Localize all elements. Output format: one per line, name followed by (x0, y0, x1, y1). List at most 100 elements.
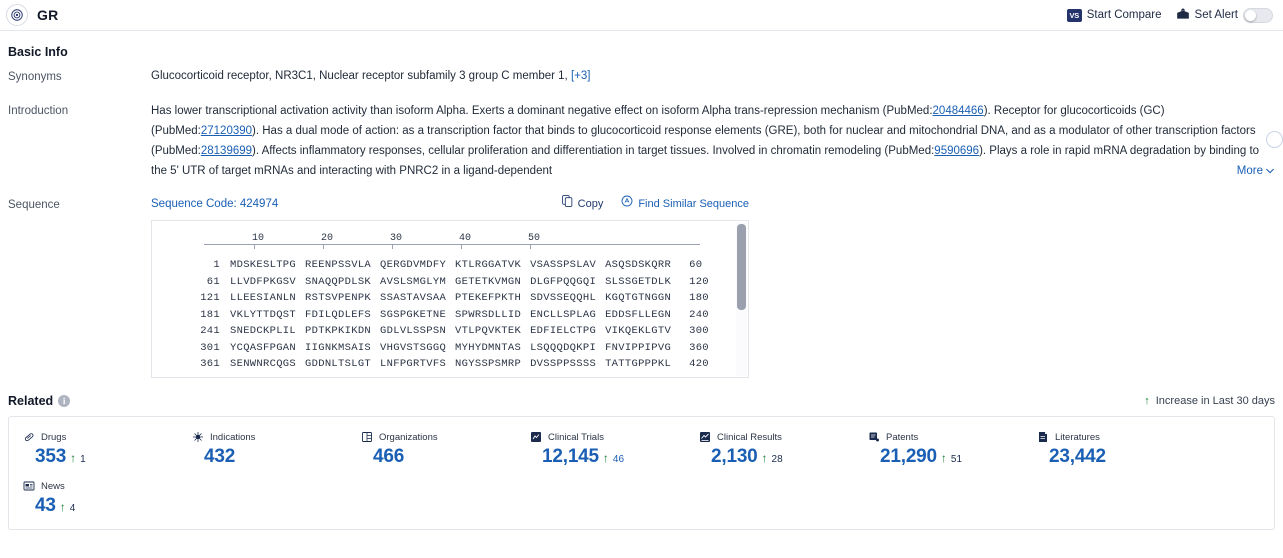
sequence-end-index: 300 (689, 325, 709, 337)
sequence-scrollbar[interactable] (736, 222, 747, 376)
synonyms-label: Synonyms (8, 71, 62, 83)
card-value: 466 (373, 446, 405, 467)
sequence-chunk: DVSSPPSSSS (530, 358, 597, 370)
increase-arrow-icon: ↑ (1144, 395, 1150, 407)
sequence-chunk: GDLVLSSPSN (380, 325, 447, 337)
sequence-start-index: 1 (213, 259, 220, 271)
sequence-line: 301 YCQASFPGAN IIGNKMSAIS VHGVSTSGGQ MYH… (152, 340, 748, 357)
news-icon (23, 480, 35, 492)
pubmed-link[interactable]: 9590696 (934, 145, 979, 157)
sequence-start-index: 121 (200, 292, 220, 304)
sequence-chunk: TATTGPPPKL (605, 358, 672, 370)
related-card-literatures[interactable]: Literatures 23,442 (1023, 425, 1192, 474)
increase-arrow-icon: ↑ (940, 451, 947, 465)
sequence-chunk: KTLRGGATVK (455, 259, 522, 271)
clinical-result-icon (699, 431, 711, 443)
ruler-tick (254, 245, 255, 249)
set-alert-button[interactable]: Set Alert (1176, 7, 1273, 23)
pubmed-link[interactable]: 20484466 (933, 105, 984, 117)
sequence-rows: 1 MDSKESLTPG REENPSSVLA QERGDVMDFY KTLRG… (152, 257, 748, 373)
related-cards: Drugs 353 ↑ 1 Indications 432 Organizati… (8, 416, 1275, 530)
sequence-chunk: GETETKVMGN (455, 275, 522, 288)
sequence-scrollbar-thumb[interactable] (737, 224, 746, 310)
introduction-more-label: More (1236, 165, 1263, 177)
card-delta: 28 (771, 454, 783, 465)
side-panel-handle[interactable] (1266, 131, 1283, 148)
related-card-patents[interactable]: Patents 21,290 ↑ 51 (854, 425, 1023, 474)
sequence-line: 1 MDSKESLTPG REENPSSVLA QERGDVMDFY KTLRG… (152, 257, 748, 274)
sequence-code-link[interactable]: Sequence Code: 424974 (151, 195, 278, 214)
sequence-start-index: 241 (200, 325, 220, 337)
increase-arrow-icon: ↑ (59, 500, 66, 514)
card-label: Indications (210, 431, 256, 443)
sequence-chunk: LNFPGRTVFS (380, 358, 447, 370)
sequence-chunk: SGSPGKETNE (380, 308, 447, 321)
copy-label: Copy (577, 198, 604, 210)
card-label: Literatures (1055, 431, 1100, 443)
sequence-line: 241 SNEDCKPLIL PDTKPKIKDN GDLVLSSPSN VTL… (152, 323, 748, 340)
sequence-chunk: PTEKEFPKTH (455, 292, 522, 304)
set-alert-label: Set Alert (1194, 9, 1238, 21)
card-delta: 1 (80, 454, 86, 465)
sequence-chunk: YCQASFPGAN (230, 341, 297, 354)
copy-button[interactable]: Copy (561, 195, 604, 214)
ruler-tick (392, 245, 393, 249)
related-legend: ↑ Increase in Last 30 days (1144, 395, 1275, 407)
set-alert-toggle[interactable] (1243, 7, 1273, 23)
sequence-end-index: 420 (689, 358, 709, 370)
virus-icon (192, 431, 204, 443)
sequence-viewer[interactable]: 10 20 30 40 50 1 MDSKESLTPG REENPSSVLA Q… (151, 220, 749, 378)
start-compare-button[interactable]: VS Start Compare (1066, 8, 1162, 22)
target-icon (6, 4, 28, 26)
sequence-chunk: IIGNKMSAIS (305, 341, 372, 354)
sequence-chunk: AVSLSMGLYM (380, 275, 447, 288)
sequence-end-index: 60 (689, 259, 703, 271)
related-card-news[interactable]: News 43 ↑ 4 (9, 474, 1274, 523)
introduction-row: Introduction Has lower transcriptional a… (8, 101, 1283, 181)
sequence-chunk: VSASSPSLAV (530, 259, 597, 271)
sequence-chunk: VIKQEKLGTV (605, 325, 672, 337)
sequence-chunk: MYHYDMNTAS (455, 341, 522, 354)
sequence-chunk: ASQSDSKQRR (605, 259, 672, 271)
clinical-trial-icon (530, 431, 542, 443)
sequence-line: 181 VKLYTTDQST FDILQDLEFS SGSPGKETNE SPW… (152, 307, 748, 324)
find-similar-sequence-button[interactable]: Find Similar Sequence (621, 195, 749, 214)
synonyms-more-link[interactable]: [+3] (571, 70, 591, 82)
card-value: 43 (35, 495, 56, 516)
related-header: Related i ↑ Increase in Last 30 days (8, 378, 1275, 416)
card-value: 21,290 (880, 446, 937, 467)
sequence-chunk: FNVIPPIPVG (605, 341, 672, 354)
sequence-chunk: EDFIELCTPG (530, 325, 597, 337)
card-label: News (41, 480, 65, 492)
info-icon[interactable]: i (58, 395, 71, 407)
card-value: 353 (35, 446, 67, 467)
pubmed-link[interactable]: 27120390 (201, 125, 252, 137)
related-card-clinical-results[interactable]: Clinical Results 2,130 ↑ 28 (685, 425, 854, 474)
ruler-tick (530, 245, 531, 249)
sequence-chunk: SLSSGETDLK (605, 275, 672, 288)
find-similar-icon (621, 195, 633, 214)
sequence-chunk: VKLYTTDQST (230, 308, 297, 321)
sequence-start-index: 181 (200, 308, 220, 321)
sequence-chunk: GDDNLTSLGT (305, 358, 372, 370)
related-card-clinical-trials[interactable]: Clinical Trials 12,145 ↑ 46 (516, 425, 685, 474)
sequence-chunk: SSASTAVSAA (380, 292, 447, 304)
sequence-line: 61 LLVDFPKGSV SNAQQPDLSK AVSLSMGLYM GETE… (152, 274, 748, 291)
sequence-chunk: VTLPQVKTEK (455, 325, 522, 337)
pubmed-link[interactable]: 28139699 (201, 145, 252, 157)
sequence-chunk: LLVDFPKGSV (230, 275, 297, 288)
copy-icon (561, 195, 573, 214)
introduction-more-button[interactable]: More (1233, 161, 1275, 181)
card-label: Patents (886, 431, 919, 443)
sequence-chunk: QERGDVMDFY (380, 259, 447, 271)
sequence-chunk: NGYSSPSMRP (455, 358, 522, 370)
intro-segment: Has lower transcriptional activation act… (151, 105, 933, 117)
sequence-chunk: SPWRSDLLID (455, 308, 522, 321)
sequence-chunk: VHGVSTSGGQ (380, 341, 447, 354)
ruler-tick (323, 245, 324, 249)
sequence-end-index: 180 (689, 292, 709, 304)
related-card-drugs[interactable]: Drugs 353 ↑ 1 (9, 425, 178, 474)
related-card-indications[interactable]: Indications 432 (178, 425, 347, 474)
page-title: GR (37, 7, 59, 23)
related-card-organizations[interactable]: Organizations 466 (347, 425, 516, 474)
